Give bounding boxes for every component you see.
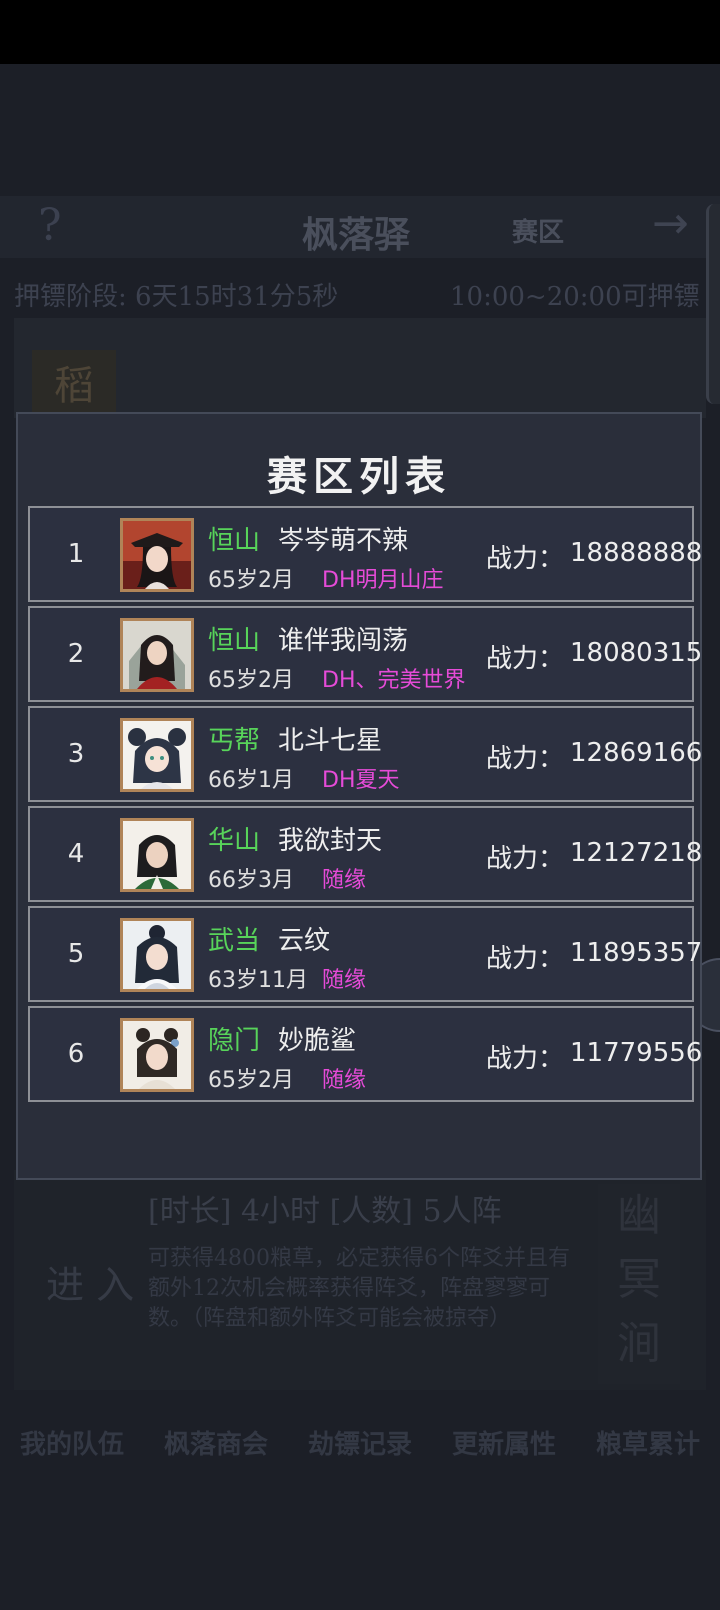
player-school: 恒山 — [208, 626, 261, 656]
avatar-female-hat-icon — [120, 518, 194, 592]
player-name: 妙脆鲨 — [278, 1026, 357, 1056]
player-age: 66岁1月 — [208, 768, 294, 793]
nav-my-team[interactable]: 我的队伍 — [20, 1424, 124, 1461]
power-label: 战力： — [486, 944, 565, 974]
list-item[interactable]: 1 恒山 岑岑萌不辣 65岁2月 DH明月山庄 战力： 18888888 — [28, 506, 702, 602]
player-guild: 随缘 — [322, 968, 367, 993]
escort-time-window: 10:00~20:00可押镖 — [450, 282, 700, 312]
status-bar — [0, 0, 720, 64]
nav-supply-total[interactable]: 粮草累计 — [596, 1424, 700, 1461]
avatar-girl-buns-icon — [120, 718, 194, 792]
power-label: 战力： — [486, 644, 565, 674]
player-guild: DH明月山庄 — [322, 568, 444, 593]
exit-arrow-icon[interactable]: → — [652, 198, 689, 249]
power-value: 11895357 — [570, 938, 703, 968]
side-panel-edge — [706, 204, 720, 404]
bottom-nav: 我的队伍 枫落商会 劫镖记录 更新属性 粮草累计 — [0, 1412, 720, 1472]
player-name: 北斗七星 — [278, 726, 383, 756]
list-item[interactable]: 3 丐帮 北斗七星 66岁1月 DH夏天 战力： 12869166 — [28, 706, 702, 802]
player-school: 丐帮 — [208, 726, 261, 756]
player-age: 66岁3月 — [208, 868, 294, 893]
zone-list: 1 恒山 岑岑萌不辣 65岁2月 DH明月山庄 战力： 18888888 2 恒… — [28, 506, 702, 1106]
player-name: 云纹 — [278, 926, 331, 956]
player-name: 我欲封天 — [278, 826, 383, 856]
power-value: 12127218 — [570, 838, 703, 868]
enter-button[interactable]: 进 入 — [46, 1254, 134, 1309]
power-label: 战力： — [486, 844, 565, 874]
zone-list-dialog: 赛区列表 1 恒山 岑岑萌不辣 65岁2月 DH明月山庄 战力： 1888888… — [16, 412, 702, 1180]
player-school: 隐门 — [208, 1026, 261, 1056]
player-guild: DH、完美世界 — [322, 668, 466, 693]
player-school: 华山 — [208, 826, 261, 856]
avatar-female-flower-icon — [120, 1018, 194, 1092]
player-guild: DH夏天 — [322, 768, 400, 793]
list-item[interactable]: 5 武当 云纹 63岁11月 随缘 战力： 11895357 — [28, 906, 702, 1002]
route-card-top — [14, 318, 706, 418]
escort-stage-timer: 押镖阶段: 6天15时31分5秒 — [14, 282, 339, 312]
power-value: 18080315 — [570, 638, 703, 668]
nav-update-attributes[interactable]: 更新属性 — [452, 1424, 556, 1461]
avatar-male-green-icon — [120, 818, 194, 892]
player-guild: 随缘 — [322, 1068, 367, 1093]
power-label: 战力： — [486, 744, 565, 774]
avatar-male-red-icon — [120, 618, 194, 692]
player-age: 65岁2月 — [208, 568, 294, 593]
player-guild: 随缘 — [322, 868, 367, 893]
player-school: 恒山 — [208, 526, 261, 556]
route-card-duration: [时长] 4小时 [人数] 5人阵 — [148, 1194, 502, 1229]
avatar-female-white-icon — [120, 918, 194, 992]
rank-number: 4 — [67, 839, 85, 869]
rank-number: 5 — [67, 939, 85, 969]
nav-guild-shop[interactable]: 枫落商会 — [164, 1424, 268, 1461]
rank-number: 6 — [67, 1039, 85, 1069]
power-label: 战力： — [486, 1044, 565, 1074]
route-card-name: 幽冥涧 — [598, 1184, 680, 1384]
route-card-tag: 稻 — [32, 350, 116, 418]
power-label: 战力： — [486, 544, 565, 574]
power-value: 12869166 — [570, 738, 703, 768]
list-item[interactable]: 4 华山 我欲封天 66岁3月 随缘 战力： 12127218 — [28, 806, 702, 902]
rank-number: 2 — [67, 639, 85, 669]
route-card-description: 可获得4800粮草，必定获得6个阵爻并且有额外12次机会概率获得阵爻，阵盘寥寥可… — [148, 1246, 570, 1331]
nav-robbery-log[interactable]: 劫镖记录 — [308, 1424, 412, 1461]
player-name: 岑岑萌不辣 — [278, 526, 409, 556]
dialog-title: 赛区列表 — [267, 453, 451, 500]
rank-number: 3 — [67, 739, 85, 769]
help-icon[interactable]: ? — [38, 200, 62, 251]
zone-button[interactable]: 赛区 — [512, 212, 564, 249]
player-age: 65岁2月 — [208, 668, 294, 693]
player-age: 65岁2月 — [208, 1068, 294, 1093]
power-value: 18888888 — [570, 538, 703, 568]
list-item[interactable]: 6 隐门 妙脆鲨 65岁2月 随缘 战力： 11779556 — [28, 1006, 702, 1102]
rank-number: 1 — [67, 539, 85, 569]
location-title: 枫落驿 — [302, 214, 411, 256]
list-item[interactable]: 2 恒山 谁伴我闯荡 65岁2月 DH、完美世界 战力： 18080315 — [28, 606, 702, 702]
player-age: 63岁11月 — [208, 968, 308, 993]
player-school: 武当 — [208, 926, 261, 956]
power-value: 11779556 — [570, 1038, 703, 1068]
player-name: 谁伴我闯荡 — [278, 626, 409, 656]
